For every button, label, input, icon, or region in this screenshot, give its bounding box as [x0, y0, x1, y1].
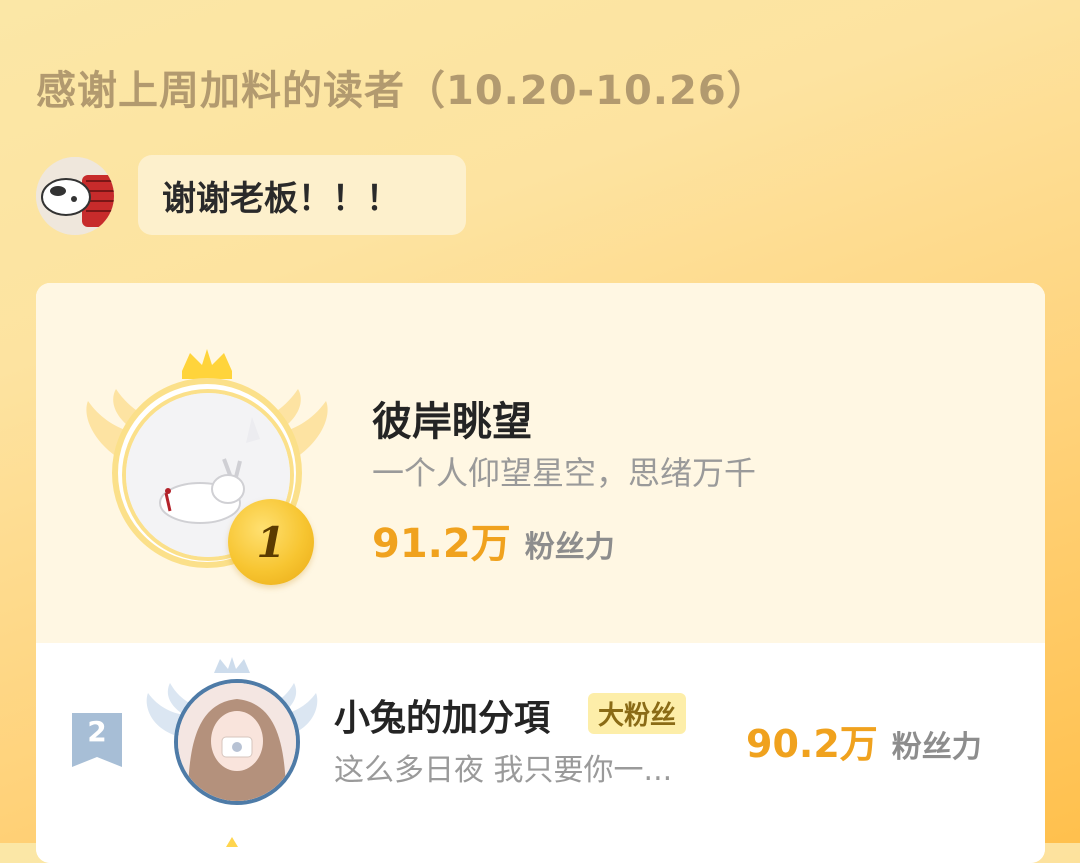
second-place-rank: 2 — [87, 715, 107, 748]
page-title: 感谢上周加料的读者（10.20-10.26） — [36, 68, 768, 114]
host-message: 谢谢老板！！！ — [162, 178, 400, 219]
avatar-image-icon — [178, 683, 296, 801]
medal-icon: 1 — [228, 499, 314, 585]
second-place-score: 90.2万 粉丝力 — [746, 713, 982, 768]
host-avatar[interactable] — [36, 157, 114, 235]
ranking-card: 1 彼岸眺望 一个人仰望星空，思绪万千 91.2万 粉丝力 2 小兔的加分項 大粉… — [36, 283, 1045, 863]
first-place-bio: 一个人仰望星空，思绪万千 — [372, 454, 757, 492]
first-place-rank: 1 — [256, 517, 286, 567]
first-place-score-label: 粉丝力 — [524, 530, 615, 565]
big-fan-badge: 大粉丝 — [588, 693, 687, 734]
second-place-score-label: 粉丝力 — [891, 730, 982, 765]
second-place-score-value: 90.2万 — [746, 722, 878, 766]
host-message-bubble: 谢谢老板！！！ — [138, 155, 466, 235]
host-avatar-image-icon — [36, 157, 114, 235]
second-place-bio: 这么多日夜 我只要你一... — [334, 753, 673, 788]
second-place-avatar[interactable] — [174, 679, 300, 805]
second-place-name[interactable]: 小兔的加分項 — [334, 689, 550, 741]
first-place-score-value: 91.2万 — [372, 521, 511, 567]
first-place-name[interactable]: 彼岸眺望 — [372, 389, 532, 447]
first-place-score: 91.2万 粉丝力 — [372, 511, 615, 569]
